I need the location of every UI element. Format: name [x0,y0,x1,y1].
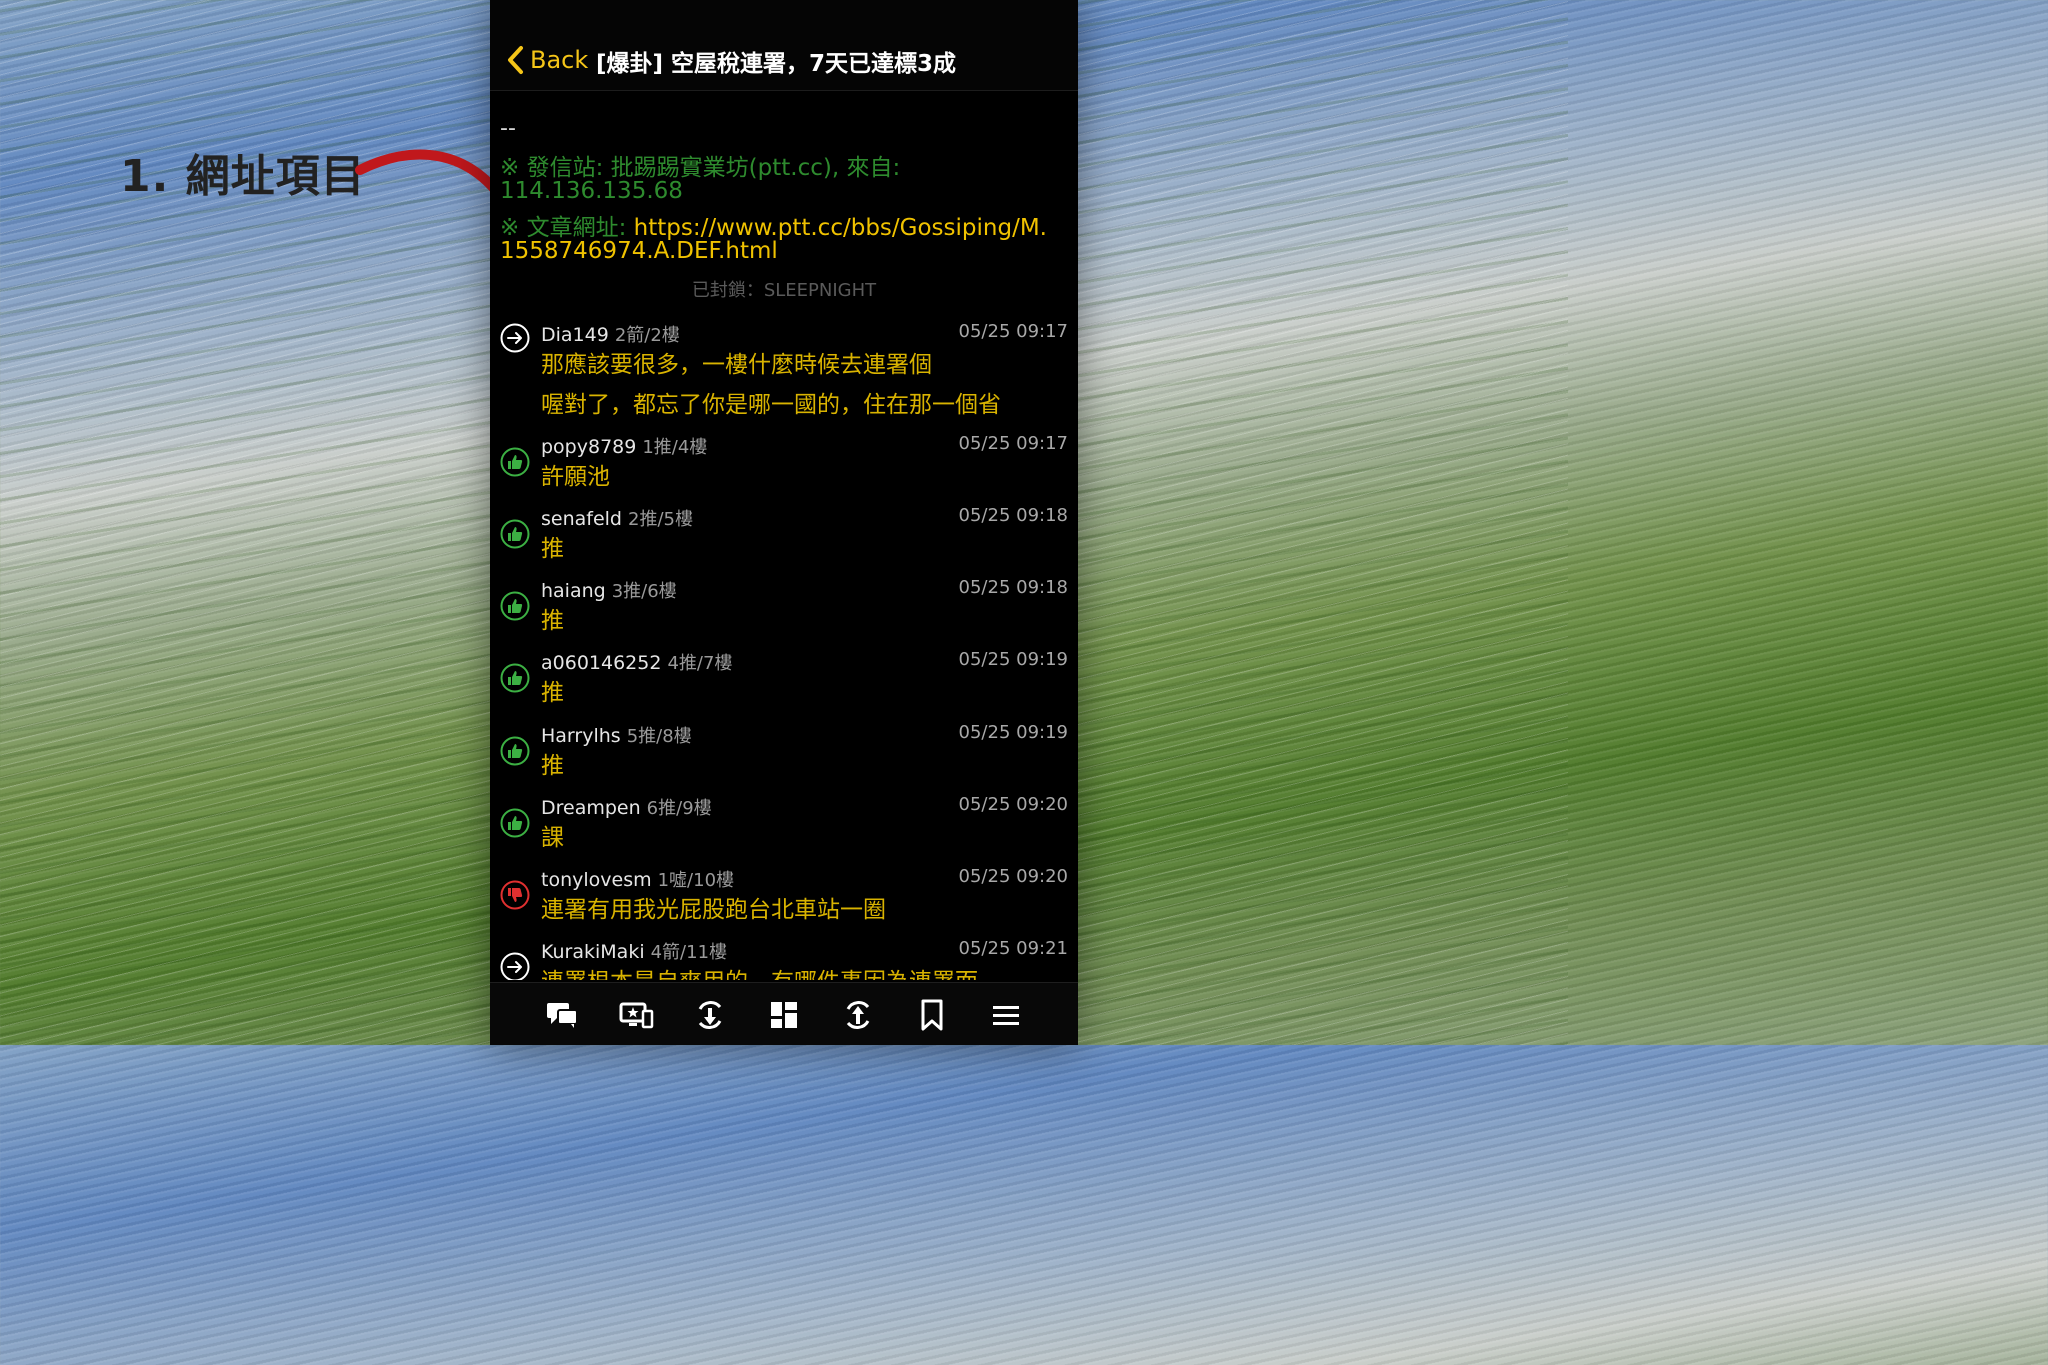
comment-item[interactable]: senafeld 2推/5樓 05/25 09:18 推 [490,505,1078,575]
menu-button[interactable] [988,997,1024,1033]
signature-ip: 114.136.135.68 [500,178,683,204]
bookmark-button[interactable] [914,997,950,1033]
comment-item[interactable]: Harrylhs 5推/8樓 05/25 09:19 推 [490,722,1078,792]
comment-floor: 2推/5樓 [628,509,693,530]
chevron-left-icon [508,46,523,74]
comment-floor: 1推/4樓 [642,437,708,458]
comment-timestamp: 05/25 09:20 [958,866,1068,887]
comment-item[interactable]: haiang 3推/6樓 05/25 09:18 推 [490,577,1078,647]
comment-button[interactable] [544,997,580,1033]
comment-text: 推 [541,536,564,562]
back-button[interactable]: Back [506,42,588,78]
comment-header: KurakiMaki 4箭/11樓 [541,938,727,964]
thumbs-down-icon [500,880,530,910]
comment-timestamp: 05/25 09:18 [958,577,1068,598]
comment-header: Harrylhs 5推/8樓 [541,722,692,748]
signature-origin: ※ 發信站: 批踢踢實業坊(ptt.cc), 來自: [500,155,901,181]
annotation-label: 1. 網址項目 [120,151,366,202]
comment-timestamp: 05/25 09:19 [958,649,1068,670]
comment-header: senafeld 2推/5樓 [541,505,693,531]
comment-floor: 3推/6樓 [611,581,677,602]
comment-floor: 5推/8樓 [626,726,692,747]
comment-timestamp: 05/25 09:21 [958,938,1068,959]
refresh-up-icon [846,1001,870,1029]
back-label: Back [530,46,589,74]
comment-text: 許願池 [541,464,610,490]
phone-screen: Back [爆卦] 空屋稅連署，7天已達標3成 -- ※ 發信站: 批踢踢實業坊… [490,0,1078,1045]
comment-username[interactable]: tonylovesm [541,869,652,891]
menu-icon [993,1006,1019,1025]
comment-header: tonylovesm 1噓/10樓 [541,866,734,892]
bottom-toolbar [490,982,1078,1045]
comment-header: Dia149 2箭/2樓 [541,321,680,347]
comment-text: 連署有用我光屁股跑台北車站一圈 [541,897,886,923]
comment-username[interactable]: haiang [541,580,606,602]
thumbs-up-icon [500,447,530,477]
thumbs-up-icon [500,519,530,549]
comment-text: 連署根本是自爽用的，有哪件事因為連署而 [541,962,978,980]
comment-header: popy8789 1推/4樓 [541,433,707,459]
comment-floor: 2箭/2樓 [614,325,680,346]
comment-timestamp: 05/25 09:20 [958,794,1068,815]
comment-username[interactable]: Harrylhs [541,725,621,747]
thumbs-up-icon [500,808,530,838]
comment-timestamp: 05/25 09:17 [958,321,1068,342]
comment-icon [547,1003,578,1028]
comment-username[interactable]: popy8789 [541,436,636,458]
article-content[interactable]: -- ※ 發信站: 批踢踢實業坊(ptt.cc), 來自: 114.136.13… [490,92,1078,980]
blocked-users-notice: 已封鎖：SLEEPNIGHT [691,280,877,301]
comment-text: 喔對了，都忘了你是哪一國的，住在那一個省 [541,392,1001,418]
screen-star-icon [619,1002,654,1029]
navigation-bar: Back [爆卦] 空屋稅連署，7天已達標3成 [490,0,1078,91]
signature-url-line: ※ 文章網址: https://www.ptt.cc/bbs/Gossiping… [500,208,1047,242]
comment-text: 推 [541,680,564,706]
thumbs-up-icon [500,663,530,693]
refresh-up-button[interactable] [840,997,876,1033]
comment-floor: 4推/7樓 [667,653,733,674]
signature-separator: -- [500,116,516,141]
comment-item[interactable]: Dreampen 6推/9樓 05/25 09:20 課 [490,794,1078,864]
refresh-down-icon [698,1001,722,1029]
comment-header: Dreampen 6推/9樓 [541,794,712,820]
comment-item[interactable]: a060146252 4推/7樓 05/25 09:19 推 [490,649,1078,719]
article-url-link-continued[interactable]: 1558746974.A.DEF.html [500,238,778,264]
comment-item[interactable]: popy8789 1推/4樓 05/25 09:17 許願池 [490,433,1078,503]
comment-item[interactable]: tonylovesm 1噓/10樓 05/25 09:20 連署有用我光屁股跑台北車站… [490,866,1078,936]
arrow-right-circle-icon [500,952,530,980]
comment-text: 課 [541,825,564,851]
comment-floor: 4箭/11樓 [650,942,728,963]
comment-username[interactable]: senafeld [541,508,622,530]
comment-item[interactable]: KurakiMaki4箭/11樓 05/25 09:21 連署根本是自爽用的，有哪件… [490,938,1078,980]
grid-icon [771,1002,797,1028]
arrow-right-circle-icon [500,323,530,353]
comment-timestamp: 05/25 09:17 [958,433,1068,454]
article-title: [爆卦] 空屋稅連署，7天已達標3成 [596,51,957,77]
comment-text: 那應該要很多，一樓什麼時候去連署個 [541,352,932,378]
comment-username[interactable]: KurakiMaki [541,941,645,963]
comment-floor: 1噓/10樓 [657,870,735,891]
thumbs-up-icon [500,591,530,621]
comment-floor: 6推/9樓 [646,798,712,819]
bookmark-icon [921,999,943,1031]
comment-header: a060146252 4推/7樓 [541,649,732,675]
thumbs-up-icon [500,736,530,766]
comment-text: 推 [541,608,564,634]
grid-button[interactable] [766,997,802,1033]
comment-username[interactable]: Dreampen [541,797,641,819]
comment-header: haiang 3推/6樓 [541,577,677,603]
comment-timestamp: 05/25 09:19 [958,722,1068,743]
comment-username[interactable]: Dia149 [541,324,609,346]
comment-text: 推 [541,753,564,779]
comment-username[interactable]: a060146252 [541,652,661,674]
comment-item[interactable]: Dia149 2箭/2樓 05/25 09:17 那應該要很多，一樓什麼時候去連署個喔… [490,321,1078,431]
refresh-down-button[interactable] [692,997,728,1033]
screen-favorite-button[interactable] [618,997,654,1033]
comment-timestamp: 05/25 09:18 [958,505,1068,526]
